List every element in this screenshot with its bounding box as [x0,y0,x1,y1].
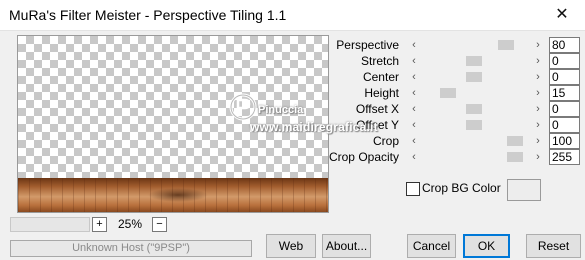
slider-thumb[interactable] [507,152,523,162]
param-slider[interactable]: ‹ › [407,38,545,52]
slider-left-arrow-icon[interactable]: ‹ [407,102,421,116]
web-button[interactable]: Web [266,234,316,258]
param-label: Crop Opacity [328,150,399,164]
zoom-scrollbar[interactable] [10,217,90,232]
about-button[interactable]: About... [322,234,371,258]
slider-right-arrow-icon[interactable]: › [531,70,545,84]
slider-right-arrow-icon[interactable]: › [531,102,545,116]
slider-right-arrow-icon[interactable]: › [531,54,545,68]
zoom-level: 25% [118,217,143,231]
param-slider[interactable]: ‹ › [407,118,545,132]
slider-thumb[interactable] [466,72,482,82]
param-label: Center [362,70,399,84]
param-value-field[interactable]: 80 [549,37,580,53]
slider-left-arrow-icon[interactable]: ‹ [407,70,421,84]
reset-button[interactable]: Reset [526,234,581,258]
floor-center-shadow [148,188,208,202]
crop-bg-color-label: Crop BG Color [422,181,501,195]
slider-left-arrow-icon[interactable]: ‹ [407,86,421,100]
param-label: Height [364,86,399,100]
param-label: Perspective [336,38,399,52]
slider-right-arrow-icon[interactable]: › [531,134,545,148]
slider-thumb[interactable] [466,104,482,114]
slider-right-arrow-icon[interactable]: › [531,150,545,164]
zoom-in-button[interactable]: + [92,217,107,232]
slider-thumb[interactable] [507,136,523,146]
param-slider[interactable]: ‹ › [407,54,545,68]
param-label: Stretch [360,54,399,68]
slider-left-arrow-icon[interactable]: ‹ [407,38,421,52]
param-slider[interactable]: ‹ › [407,150,545,164]
param-label: Crop [372,134,399,148]
close-icon[interactable]: ✕ [539,0,585,30]
slider-thumb[interactable] [466,120,482,130]
param-label: Offset X [355,102,399,116]
window-title: MuRa's Filter Meister - Perspective Tili… [9,7,287,23]
cancel-button[interactable]: Cancel [407,234,456,258]
slider-left-arrow-icon[interactable]: ‹ [407,54,421,68]
param-value-field[interactable]: 0 [549,53,580,69]
slider-left-arrow-icon[interactable]: ‹ [407,134,421,148]
slider-left-arrow-icon[interactable]: ‹ [407,150,421,164]
param-label: Offset Y [356,118,399,132]
host-status: Unknown Host ("9PSP") [10,240,252,257]
param-slider[interactable]: ‹ › [407,102,545,116]
slider-thumb[interactable] [440,88,456,98]
param-value-field[interactable]: 0 [549,117,580,133]
crop-bg-color-checkbox[interactable] [406,182,420,196]
param-slider[interactable]: ‹ › [407,86,545,100]
param-value-field[interactable]: 0 [549,101,580,117]
slider-left-arrow-icon[interactable]: ‹ [407,118,421,132]
param-slider[interactable]: ‹ › [407,134,545,148]
preview-canvas[interactable] [17,35,329,213]
param-value-field[interactable]: 100 [549,133,580,149]
slider-right-arrow-icon[interactable]: › [531,38,545,52]
param-slider[interactable]: ‹ › [407,70,545,84]
slider-thumb[interactable] [466,56,482,66]
slider-right-arrow-icon[interactable]: › [531,86,545,100]
slider-thumb[interactable] [498,40,514,50]
ok-button[interactable]: OK [463,234,510,258]
zoom-out-button[interactable]: − [152,217,167,232]
crop-bg-color-swatch[interactable] [507,179,541,201]
param-value-field[interactable]: 15 [549,85,580,101]
param-value-field[interactable]: 0 [549,69,580,85]
slider-right-arrow-icon[interactable]: › [531,118,545,132]
title-bar: MuRa's Filter Meister - Perspective Tili… [0,0,585,31]
param-value-field[interactable]: 255 [549,149,580,165]
